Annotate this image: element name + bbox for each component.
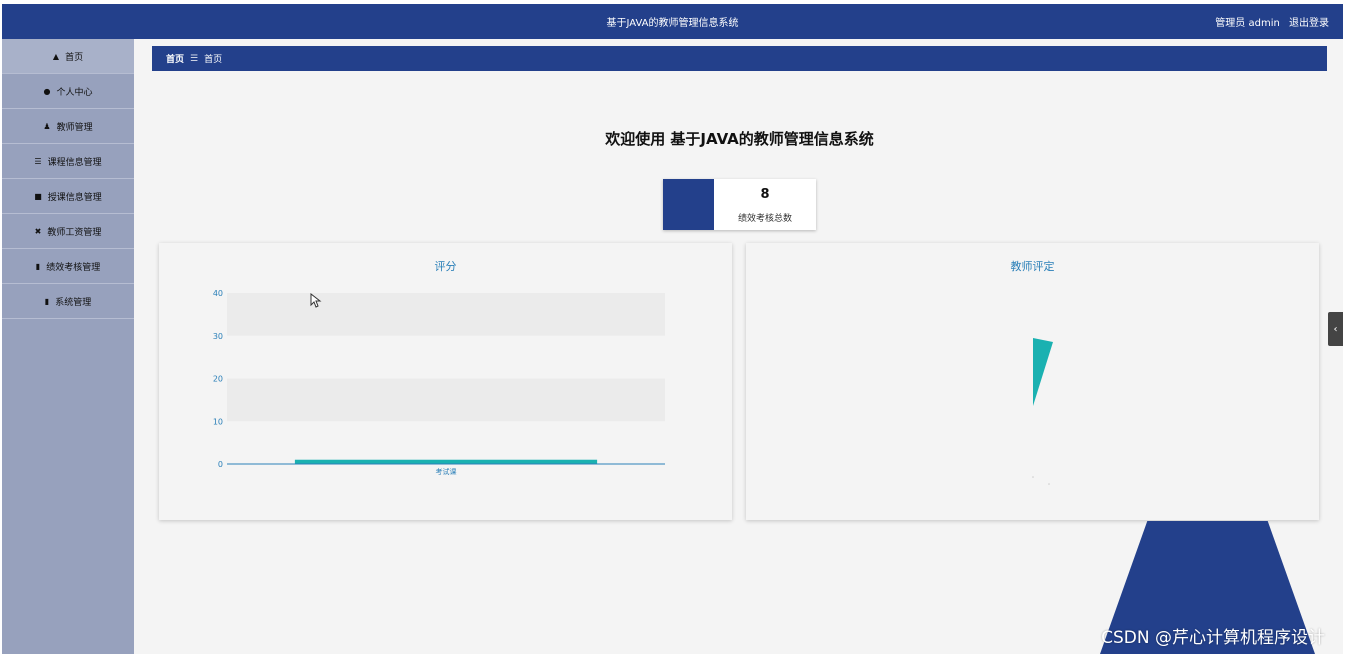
rating-pie-chart xyxy=(1032,338,1053,485)
pie-label-dot xyxy=(1048,483,1050,485)
pie-slice[interactable] xyxy=(1033,338,1053,406)
list-icon: ☰ xyxy=(34,156,42,166)
score-bar-chart: 0 10 20 30 40 考试课 xyxy=(213,289,665,476)
score-chart-card: 评分 0 10 20 30 40 考试课 xyxy=(159,243,732,520)
sidebar-item-label: 个人中心 xyxy=(56,87,93,98)
sidebar-item-performance[interactable]: ▮ 绩效考核管理 xyxy=(2,249,134,284)
sidebar-item-personal[interactable]: ● 个人中心 xyxy=(2,74,134,109)
sidebar-item-label: 绩效考核管理 xyxy=(46,262,101,273)
sidebar-item-home[interactable]: ▲ 首页 xyxy=(2,39,134,74)
stat-card: 8 绩效考核总数 xyxy=(663,179,816,230)
user-icon: ● xyxy=(43,86,51,96)
app-frame: 基于JAVA的教师管理信息系统 管理员 admin 退出登录 ▲ 首页 ● 个人中心… xyxy=(2,4,1343,654)
app-title: 基于JAVA的教师管理信息系统 xyxy=(606,18,739,29)
rating-chart-card: 教师评定 xyxy=(746,243,1319,520)
sidebar-item-label: 授课信息管理 xyxy=(47,192,102,203)
sidebar-item-label: 教师工资管理 xyxy=(47,227,102,238)
logout-link[interactable]: 退出登录 xyxy=(1289,18,1329,29)
user-label: 管理员 admin xyxy=(1215,18,1280,29)
settings-icon: ▮ xyxy=(44,296,50,306)
welcome-heading: 欢迎使用 基于JAVA的教师管理信息系统 xyxy=(605,130,874,148)
chevron-left-icon: ‹ xyxy=(1333,323,1338,335)
sidebar-item-system[interactable]: ▮ 系统管理 xyxy=(2,284,134,319)
y-tick-label: 20 xyxy=(213,375,223,384)
breadcrumb-home[interactable]: 首页 xyxy=(166,52,184,65)
sidebar-item-teacher[interactable]: ♟ 教师管理 xyxy=(2,109,134,144)
y-tick-label: 10 xyxy=(213,417,223,426)
sidebar-item-label: 教师管理 xyxy=(56,122,93,133)
teacher-icon: ♟ xyxy=(43,121,51,131)
home-icon: ▲ xyxy=(52,51,60,61)
mouse-cursor-icon xyxy=(310,293,322,308)
stat-color-block xyxy=(663,179,714,230)
y-tick-label: 40 xyxy=(213,289,223,298)
sidebar-item-label: 首页 xyxy=(65,52,84,63)
breadcrumb-separator-icon: ☰ xyxy=(190,53,199,64)
sidebar-item-label: 系统管理 xyxy=(55,297,92,308)
y-tick-label: 0 xyxy=(218,460,223,469)
sidebar-item-course[interactable]: ☰ 课程信息管理 xyxy=(2,144,134,179)
breadcrumb: 首页 ☰ 首页 xyxy=(152,46,1327,71)
x-tick-label: 考试课 xyxy=(436,467,457,476)
money-icon: ✖ xyxy=(34,226,42,236)
watermark-text: CSDN @芹心计算机程序设计 xyxy=(1101,628,1325,648)
bar[interactable] xyxy=(294,459,598,464)
top-bar: 基于JAVA的教师管理信息系统 管理员 admin 退出登录 xyxy=(2,4,1343,39)
y-tick-label: 30 xyxy=(213,332,223,341)
sidebar: ▲ 首页 ● 个人中心 ♟ 教师管理 ☰ 课程信息管理 ■ 授课信息管理 ✖ 教师工资管理 … xyxy=(2,39,134,654)
user-area: 管理员 admin 退出登录 xyxy=(1209,14,1329,29)
stat-label: 绩效考核总数 xyxy=(737,214,792,224)
stat-value: 8 xyxy=(760,187,770,202)
pie-label-dot xyxy=(1032,476,1034,478)
sidebar-item-teaching[interactable]: ■ 授课信息管理 xyxy=(2,179,134,214)
collapse-toggle-button[interactable]: ‹ xyxy=(1328,312,1343,346)
breadcrumb-current: 首页 xyxy=(204,55,223,65)
grid-band xyxy=(227,378,665,422)
clipboard-icon: ▮ xyxy=(35,261,41,271)
sidebar-item-label: 课程信息管理 xyxy=(47,157,102,168)
monitor-icon: ■ xyxy=(34,191,42,201)
grid-band xyxy=(227,293,665,336)
sidebar-item-salary[interactable]: ✖ 教师工资管理 xyxy=(2,214,134,249)
